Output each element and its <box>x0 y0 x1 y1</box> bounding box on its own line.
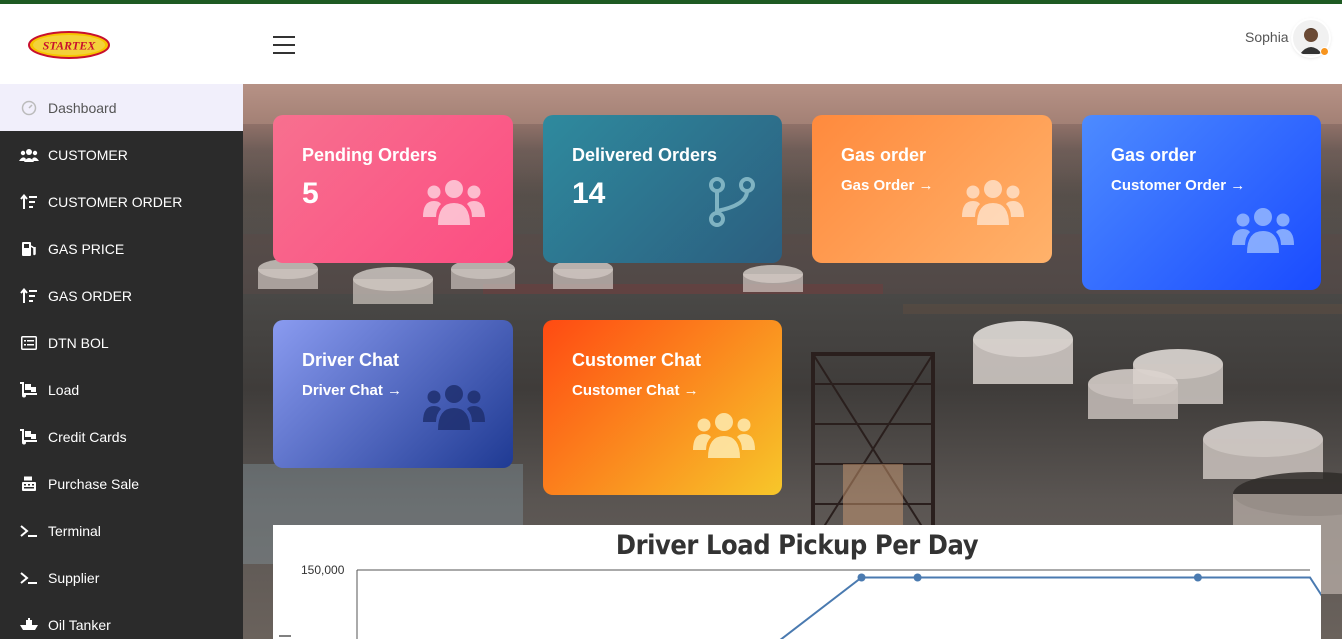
terminal-icon <box>19 522 39 540</box>
sidebar-item-label: CUSTOMER ORDER <box>48 193 183 210</box>
sidebar: Dashboard CUSTOMER CUSTOMER ORDER GAS PR… <box>0 84 243 639</box>
data-point[interactable] <box>1193 573 1202 582</box>
driver-chat-link[interactable]: Driver Chat → <box>302 382 402 399</box>
customer-chat-card[interactable]: Customer Chat Customer Chat → <box>543 320 782 495</box>
code-branch-icon <box>709 177 755 232</box>
sidebar-item-dtn-bol[interactable]: DTN BOL <box>0 319 243 366</box>
online-status-dot <box>1320 47 1329 56</box>
card-title: Driver Chat <box>302 350 400 370</box>
hamburger-line <box>273 36 295 38</box>
card-title: Gas order <box>841 145 927 165</box>
sidebar-item-credit-cards[interactable]: Credit Cards <box>0 413 243 460</box>
sidebar-item-oil-tanker[interactable]: Oil Tanker <box>0 601 243 639</box>
users-icon <box>1232 205 1294 260</box>
terminal-icon <box>19 569 39 587</box>
sidebar-item-label: GAS PRICE <box>48 240 125 257</box>
gas-pump-icon <box>19 240 39 258</box>
customer-chat-link[interactable]: Customer Chat → <box>572 382 699 399</box>
dolly-icon <box>19 428 39 446</box>
ship-icon <box>19 616 39 634</box>
card-title: Pending Orders <box>302 145 438 165</box>
dashboard-icon <box>19 99 39 117</box>
line-chart <box>279 569 1321 639</box>
users-icon <box>962 177 1024 232</box>
gas-order-link[interactable]: Gas Order → <box>841 177 934 194</box>
user-name[interactable]: Sophia <box>1245 29 1289 45</box>
cash-register-icon <box>19 475 39 493</box>
card-value: 5 <box>302 177 319 210</box>
card-title: Gas order <box>1111 145 1197 165</box>
series-line <box>779 576 1321 639</box>
sidebar-item-dashboard[interactable]: Dashboard <box>0 84 243 131</box>
sidebar-item-label: Supplier <box>48 569 100 586</box>
sidebar-item-gas-order[interactable]: GAS ORDER <box>0 272 243 319</box>
sort-icon <box>19 193 39 211</box>
users-icon <box>423 177 485 232</box>
customer-order-link[interactable]: Customer Order → <box>1111 177 1245 194</box>
sidebar-item-label: DTN BOL <box>48 334 109 351</box>
hamburger-line <box>273 52 295 54</box>
hamburger-line <box>273 44 295 46</box>
users-icon <box>19 146 39 164</box>
data-point[interactable] <box>913 573 922 582</box>
list-icon <box>19 334 39 352</box>
sidebar-item-label: CUSTOMER <box>48 146 128 163</box>
sidebar-item-terminal[interactable]: Terminal <box>0 507 243 554</box>
card-title: Customer Chat <box>572 350 702 370</box>
sidebar-item-supplier[interactable]: Supplier <box>0 554 243 601</box>
pending-orders-card[interactable]: Pending Orders 5 <box>273 115 513 263</box>
top-header: STARTEX Sophia <box>0 4 1342 84</box>
sidebar-item-customer-order[interactable]: CUSTOMER ORDER <box>0 178 243 225</box>
sidebar-item-gas-price[interactable]: GAS PRICE <box>0 225 243 272</box>
delivered-orders-card[interactable]: Delivered Orders 14 <box>543 115 782 263</box>
sidebar-item-purchase-sale[interactable]: Purchase Sale <box>0 460 243 507</box>
card-title: Delivered Orders <box>572 145 718 165</box>
sidebar-item-label: Oil Tanker <box>48 616 111 633</box>
sidebar-item-label: GAS ORDER <box>48 287 133 304</box>
sidebar-item-label: Terminal <box>48 522 101 539</box>
sidebar-item-label: Load <box>48 381 80 398</box>
logo-text: STARTEX <box>43 39 97 53</box>
sidebar-item-label: Credit Cards <box>48 428 127 445</box>
users-icon <box>693 410 755 465</box>
card-value: 14 <box>572 177 606 210</box>
sidebar-item-label: Purchase Sale <box>48 475 140 492</box>
sidebar-item-customer[interactable]: CUSTOMER <box>0 131 243 178</box>
driver-chat-card[interactable]: Driver Chat Driver Chat → <box>273 320 513 468</box>
startex-logo[interactable]: STARTEX <box>28 30 110 60</box>
sidebar-item-label: Dashboard <box>48 99 117 116</box>
customer-order-card[interactable]: Gas order Customer Order → <box>1082 115 1321 290</box>
sidebar-item-load[interactable]: Load <box>0 366 243 413</box>
gas-order-card[interactable]: Gas order Gas Order → <box>812 115 1052 263</box>
menu-toggle-button[interactable] <box>273 34 297 54</box>
driver-load-chart-panel: Driver Load Pickup Per Day 150,000 <box>273 525 1321 639</box>
dolly-icon <box>19 381 39 399</box>
users-icon <box>423 382 485 437</box>
data-point[interactable] <box>857 573 866 582</box>
sort-icon <box>19 287 39 305</box>
